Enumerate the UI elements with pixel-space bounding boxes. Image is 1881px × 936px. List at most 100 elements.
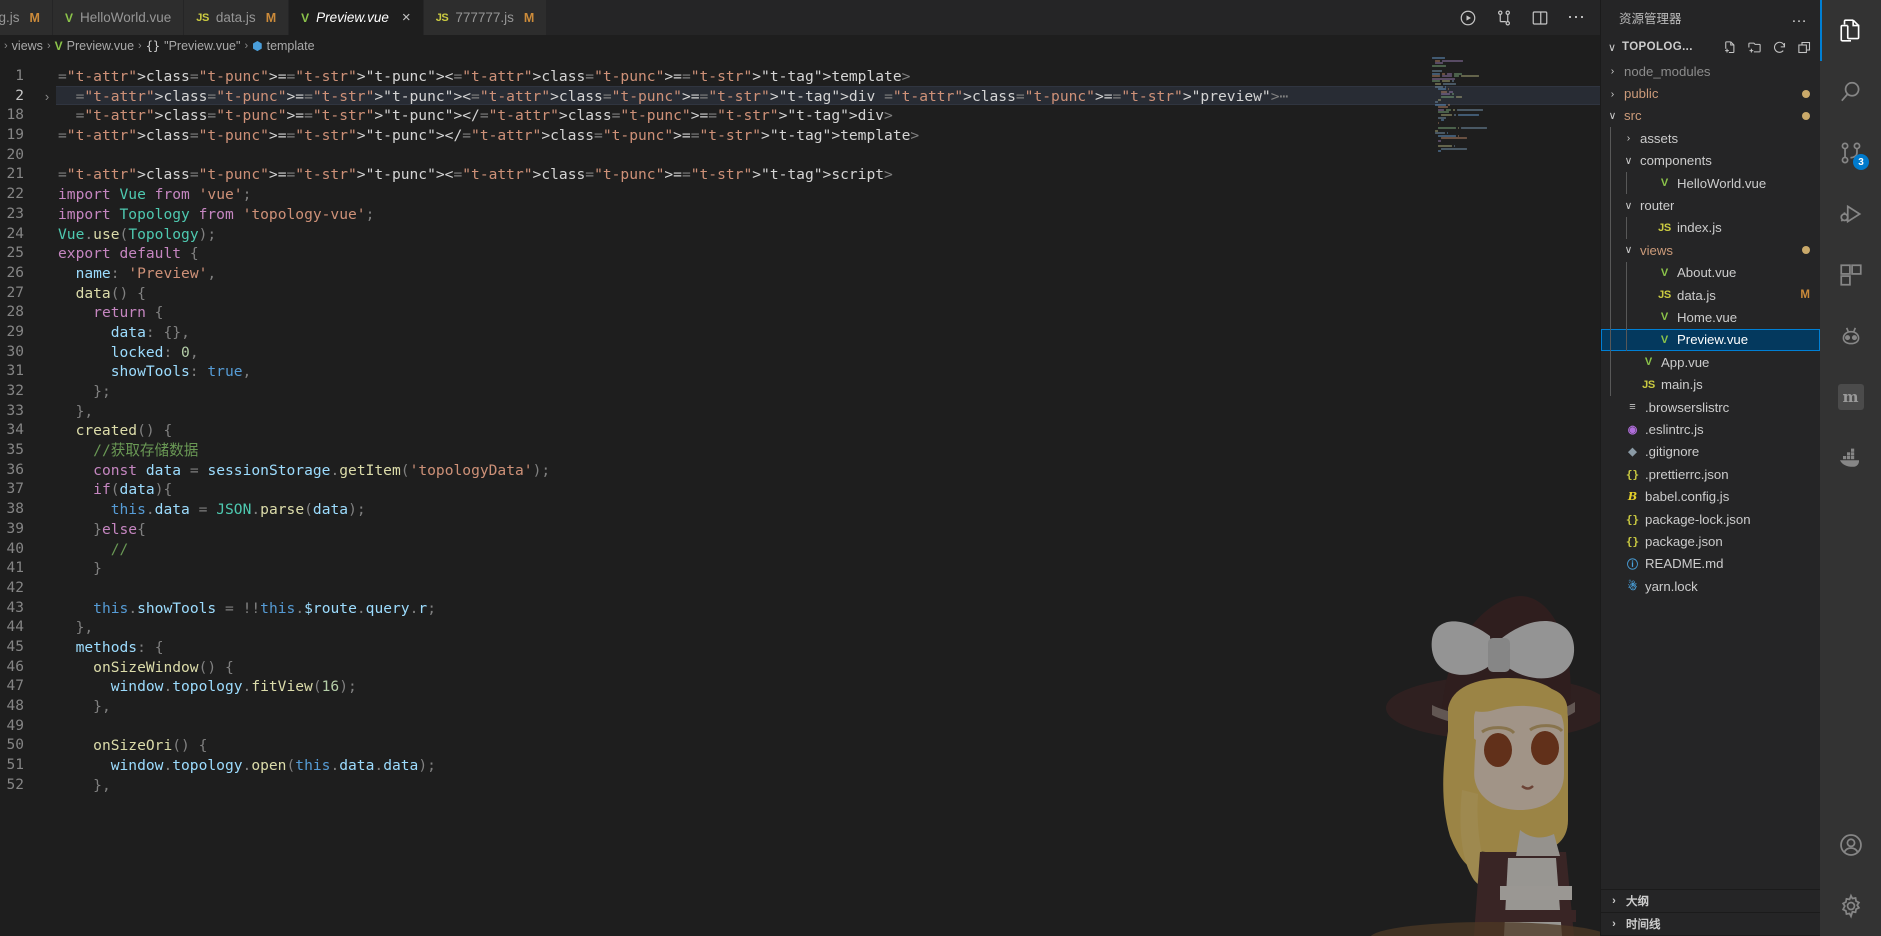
code-line[interactable] (56, 717, 1600, 737)
breadcrumb-item-0[interactable]: views (12, 39, 43, 53)
sidebar-more-icon[interactable]: … (1791, 10, 1808, 25)
activity-docker-icon[interactable] (1820, 427, 1881, 488)
close-icon[interactable]: × (402, 10, 411, 25)
code-line[interactable]: }, (56, 697, 1600, 717)
code-line[interactable]: onSizeOri() { (56, 736, 1600, 756)
code-line[interactable]: export default { (56, 244, 1600, 264)
tree-file-README-md[interactable]: ⓘ README.md (1601, 553, 1820, 575)
tree-file-HelloWorld-vue[interactable]: V HelloWorld.vue (1601, 171, 1820, 195)
chevron-down-icon[interactable]: ∨ (1621, 244, 1636, 256)
editor-scrollbar[interactable] (1586, 57, 1600, 936)
code-line[interactable]: locked: 0, (56, 343, 1600, 363)
breadcrumb-item-3[interactable]: ⬢ template (252, 39, 314, 53)
activity-settings-gear-icon[interactable] (1820, 875, 1881, 936)
code-editor[interactable]: 1 2 18 19 20 21 22 23 24 25 26 27 28 29 30 31 32 33 34 35 36… (0, 57, 1600, 936)
chevron-right-icon[interactable]: › (1605, 88, 1620, 100)
code-line[interactable]: ="t-attr">class="t-punc">=="t-str">"t-pu… (56, 106, 1600, 126)
minimap[interactable] (1430, 57, 1530, 936)
split-merge-icon[interactable] (1494, 8, 1514, 28)
activity-explorer-icon[interactable] (1820, 0, 1881, 61)
activity-search-icon[interactable] (1820, 61, 1881, 122)
breadcrumb-item-1[interactable]: V Preview.vue (55, 39, 134, 53)
editor-tab-preview-vue[interactable]: V Preview.vue × (289, 0, 424, 35)
code-line[interactable]: showTools: true, (56, 362, 1600, 382)
chevron-right-icon[interactable]: › (1607, 895, 1621, 907)
code-line[interactable]: data() { (56, 284, 1600, 304)
tree-file--gitignore[interactable]: ◆ .gitignore (1601, 441, 1820, 463)
tree-folder-router[interactable]: ∨ router (1601, 194, 1820, 217)
code-line[interactable]: ="t-attr">class="t-punc">=="t-str">"t-pu… (56, 67, 1600, 87)
activity-run-debug-icon[interactable] (1820, 183, 1881, 244)
activity-source-control-icon[interactable]: 3 (1820, 122, 1881, 183)
code-line[interactable]: data: {}, (56, 323, 1600, 343)
tree-file-index-js[interactable]: JS index.js (1601, 216, 1820, 240)
code-line[interactable]: window.topology.open(this.data.data); (56, 756, 1600, 776)
code-line[interactable]: methods: { (56, 638, 1600, 658)
file-tree[interactable]: › node_modules › public ∨ src › assets ∨ componen… (1601, 59, 1820, 889)
chevron-right-icon[interactable]: › (1621, 132, 1636, 144)
code-line[interactable]: ="t-attr">class="t-punc">=="t-str">"t-pu… (56, 165, 1600, 185)
code-line[interactable]: }, (56, 618, 1600, 638)
tree-file--browserslistrc[interactable]: ≡ .browserslistrc (1601, 396, 1820, 418)
code-line[interactable]: ="t-attr">class="t-punc">=="t-str">"t-pu… (56, 87, 1600, 107)
chevron-right-icon[interactable]: › (1607, 918, 1621, 930)
tree-file-About-vue[interactable]: V About.vue (1601, 261, 1820, 284)
chevron-right-icon[interactable]: › (1605, 65, 1620, 77)
sidebar-panel-1[interactable]: › 时间线 (1601, 913, 1820, 936)
activity-gitlens-icon[interactable] (1820, 305, 1881, 366)
code-line[interactable]: window.topology.fitView(16); (56, 677, 1600, 697)
fold-chevron-icon[interactable]: › (38, 87, 56, 107)
editor-tab-data-js[interactable]: JS data.js M (184, 0, 290, 35)
code-line[interactable]: // (56, 540, 1600, 560)
code-line[interactable]: import Topology from 'topology-vue'; (56, 205, 1600, 225)
tree-folder-components[interactable]: ∨ components (1601, 149, 1820, 172)
run-icon[interactable] (1458, 8, 1478, 28)
code-line[interactable]: }; (56, 382, 1600, 402)
tree-file-Home-vue[interactable]: V Home.vue (1601, 306, 1820, 329)
sidebar-panel-0[interactable]: › 大纲 (1601, 890, 1820, 913)
workspace-folder-header[interactable]: ∨ TOPOLOG... (1601, 35, 1820, 59)
fold-gutter[interactable]: › (38, 57, 56, 936)
code-line[interactable]: import Vue from 'vue'; (56, 185, 1600, 205)
code-line[interactable]: }, (56, 402, 1600, 422)
activity-maven-icon[interactable]: m (1820, 366, 1881, 427)
editor-tab-rg-js[interactable]: rg.js M (0, 0, 53, 35)
activity-account-icon[interactable] (1820, 814, 1881, 875)
tree-file-main-js[interactable]: JS main.js (1601, 373, 1820, 396)
code-line[interactable]: name: 'Preview', (56, 264, 1600, 284)
chevron-down-icon[interactable]: ∨ (1621, 155, 1636, 167)
new-file-icon[interactable] (1721, 39, 1737, 55)
code-line[interactable]: this.showTools = !!this.$route.query.r; (56, 599, 1600, 619)
chevron-down-icon[interactable]: ∨ (1605, 110, 1620, 122)
chevron-down-icon[interactable]: ∨ (1621, 200, 1636, 212)
code-line[interactable]: //获取存储数据 (56, 441, 1600, 461)
code-line[interactable]: return { (56, 303, 1600, 323)
activity-extensions-icon[interactable] (1820, 244, 1881, 305)
code-line[interactable]: onSizeWindow() { (56, 658, 1600, 678)
breadcrumb-item-2[interactable]: {} "Preview.vue" (146, 39, 241, 53)
tree-file-package-json[interactable]: {} package.json (1601, 530, 1820, 552)
tree-file-yarn-lock[interactable]: ☃ yarn.lock (1601, 575, 1820, 597)
tree-folder-views[interactable]: ∨ views (1601, 239, 1820, 262)
tree-file--eslintrc-js[interactable]: ◉ .eslintrc.js (1601, 418, 1820, 440)
refresh-icon[interactable] (1771, 39, 1787, 55)
breadcrumb[interactable]: › views › V Preview.vue ›{} "Preview.vue" › ⬢ te… (0, 35, 1600, 57)
tree-file-data-js[interactable]: JS data.js M (1601, 283, 1820, 307)
code-line[interactable] (56, 579, 1600, 599)
code-line[interactable]: created() { (56, 421, 1600, 441)
tree-folder-public[interactable]: › public (1601, 82, 1820, 104)
tree-file-Preview-vue[interactable]: V Preview.vue (1601, 328, 1820, 352)
tree-folder-assets[interactable]: › assets (1601, 127, 1820, 150)
code-content[interactable]: ="t-attr">class="t-punc">=="t-str">"t-pu… (56, 57, 1600, 936)
split-editor-icon[interactable] (1530, 8, 1550, 28)
tree-file--prettierrc-json[interactable]: {} .prettierrc.json (1601, 463, 1820, 485)
tree-folder-src[interactable]: ∨ src (1601, 105, 1820, 127)
code-line[interactable]: ="t-attr">class="t-punc">=="t-str">"t-pu… (56, 126, 1600, 146)
code-line[interactable]: } (56, 559, 1600, 579)
more-actions-icon[interactable]: ⋯ (1566, 8, 1586, 28)
editor-tab-helloworld-vue[interactable]: V HelloWorld.vue (52, 0, 185, 35)
editor-tab-777777-js[interactable]: JS 777777.js M (423, 0, 548, 35)
code-line[interactable]: Vue.use(Topology); (56, 225, 1600, 245)
code-line[interactable]: const data = sessionStorage.getItem('top… (56, 461, 1600, 481)
code-line[interactable] (56, 146, 1600, 166)
